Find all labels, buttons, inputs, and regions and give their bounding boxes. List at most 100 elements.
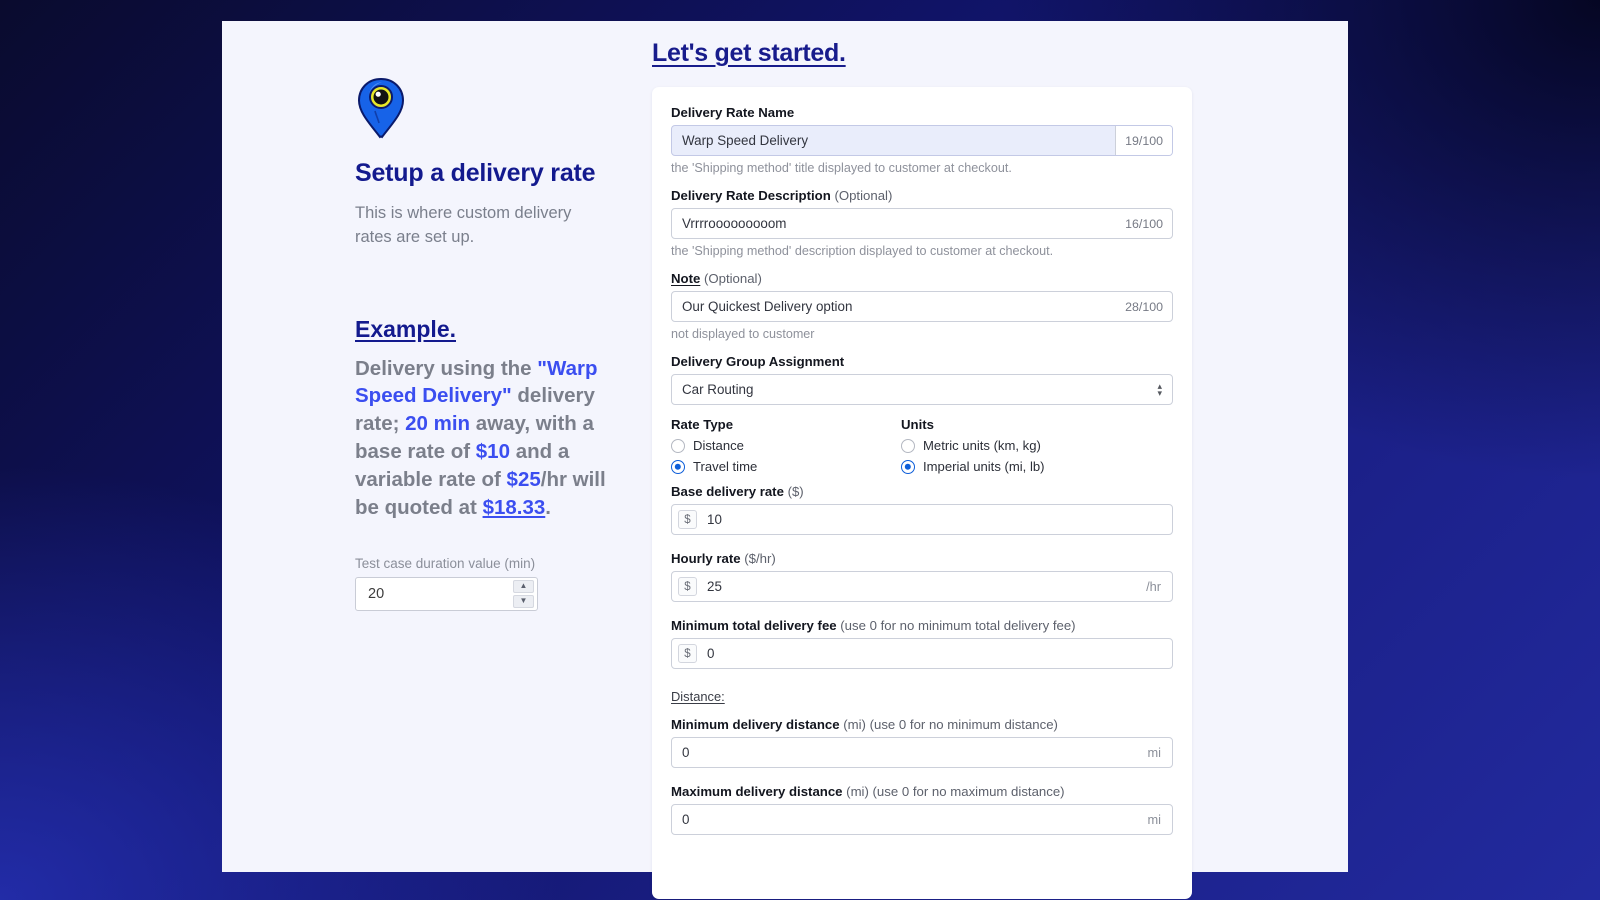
rate-type-group: Rate Type Distance Travel time [671,417,901,480]
currency-prefix-icon-hourly: $ [678,577,697,596]
hourly-rate-input[interactable] [697,572,1136,601]
delivery-rate-description-help: the 'Shipping method' description displa… [671,244,1054,258]
form-heading: Let's get started. [652,39,846,67]
max-distance-input-wrap[interactable]: mi [671,804,1173,835]
units-group: Units Metric units (km, kg) Imperial uni… [901,417,1045,480]
radio-units-imperial[interactable]: Imperial units (mi, lb) [901,459,1045,474]
hourly-rate-input-wrap[interactable]: $ /hr [671,571,1173,602]
radio-icon-distance [671,438,685,453]
min-fee-label: Minimum total delivery fee (use 0 for no… [671,618,1173,633]
stepper-down-icon[interactable]: ▼ [513,594,534,608]
note-input[interactable] [672,292,1117,321]
note-optional: (Optional) [700,271,762,286]
min-fee-input[interactable] [697,639,1172,668]
chevron-down-icon: ▾ [1157,387,1162,398]
example-heading: Example. [355,315,456,342]
delivery-group-select[interactable]: Car Routing ▴ ▾ [671,374,1173,405]
radio-label-metric: Metric units (km, kg) [923,438,1041,453]
max-distance-label-text: Maximum delivery distance [671,784,843,799]
max-distance-label: Maximum delivery distance (mi) (use 0 fo… [671,784,1173,799]
test-case-duration-input[interactable] [356,577,506,610]
select-chevron-updown-icon: ▴ ▾ [1157,381,1172,398]
field-minimum-delivery-distance: Minimum delivery distance (mi) (use 0 fo… [671,717,1173,768]
page-background: Setup a delivery rate This is where cust… [0,0,1600,900]
example-base-rate: $10 [475,440,510,464]
delivery-rate-name-label: Delivery Rate Name [671,105,795,120]
delivery-rate-description-label-text: Delivery Rate Description [671,188,831,203]
min-distance-label: Minimum delivery distance (mi) (use 0 fo… [671,717,1173,732]
page-title: Setup a delivery rate [355,159,596,187]
currency-prefix-icon-base: $ [678,510,697,529]
note-label: Note (Optional) [671,271,1173,286]
base-rate-input[interactable] [697,505,1172,534]
note-input-wrap[interactable]: 28/100 [671,291,1173,322]
radio-rate-type-distance[interactable]: Distance [671,438,901,453]
page-subtitle: This is where custom delivery rates are … [355,204,572,247]
rate-type-label: Rate Type [671,417,734,432]
min-distance-suffix: mi [1147,745,1161,760]
example-text-1: Delivery using the [355,356,538,380]
example-hourly-rate: $25 [506,468,541,491]
field-delivery-rate-name: Delivery Rate Name 19/100 the 'Shipping … [671,105,1173,175]
min-fee-unit: (use 0 for no minimum total delivery fee… [836,618,1076,633]
delivery-rate-name-input[interactable] [672,126,1116,155]
field-hourly-rate: Hourly rate ($/hr) $ /hr [671,551,1173,602]
note-help: not displayed to customer [671,327,815,341]
stepper-up-icon[interactable]: ▲ [513,579,534,593]
hourly-rate-suffix: /hr [1146,579,1161,594]
field-base-delivery-rate: Base delivery rate ($) $ [671,484,1173,535]
form-column: Let's get started. Delivery Rate Name 19… [635,21,1348,899]
min-fee-input-wrap[interactable]: $ [671,638,1173,669]
example-text-6: . [545,495,551,519]
delivery-rate-description-input[interactable] [672,209,1117,238]
distance-section-heading[interactable]: Distance: [671,689,725,704]
delivery-group-label: Delivery Group Assignment [671,354,845,369]
base-rate-unit: ($) [783,484,804,499]
min-distance-input[interactable] [672,738,1137,767]
field-delivery-rate-description: Delivery Rate Description (Optional) 16/… [671,188,1173,258]
app-panel: Setup a delivery rate This is where cust… [222,21,1348,899]
radio-icon-metric [901,438,915,453]
radio-label-distance: Distance [693,438,744,453]
delivery-rate-description-counter: 16/100 [1125,216,1163,231]
min-distance-label-text: Minimum delivery distance [671,717,840,732]
radio-rate-type-travel-time[interactable]: Travel time [671,459,901,474]
field-delivery-group-assignment: Delivery Group Assignment Car Routing ▴ … [671,354,1173,405]
rate-type-units-row: Rate Type Distance Travel time Units Met… [671,417,1173,480]
delivery-rate-name-help: the 'Shipping method' title displayed to… [671,161,1012,175]
units-label: Units [901,417,934,432]
max-distance-suffix: mi [1147,812,1161,827]
delivery-rate-description-input-wrap[interactable]: 16/100 [671,208,1173,239]
map-pin-icon [357,77,405,139]
delivery-rate-form: Delivery Rate Name 19/100 the 'Shipping … [652,87,1192,899]
delivery-rate-description-optional: (Optional) [830,188,893,203]
example-quoted-total: $18.33 [482,495,546,519]
max-distance-unit: (mi) (use 0 for no maximum distance) [842,784,1065,799]
base-rate-input-wrap[interactable]: $ [671,504,1173,535]
hourly-rate-unit: ($/hr) [740,551,776,566]
field-maximum-delivery-distance: Maximum delivery distance (mi) (use 0 fo… [671,784,1173,835]
stepper-buttons: ▲ ▼ [513,579,534,608]
info-sidebar: Setup a delivery rate This is where cust… [222,21,635,872]
delivery-group-selected-value: Car Routing [682,382,754,397]
example-duration: 20 min [405,412,471,436]
radio-icon-imperial [901,459,915,474]
hourly-rate-label-text: Hourly rate [671,551,741,566]
delivery-rate-description-label: Delivery Rate Description (Optional) [671,188,1173,203]
note-label-text: Note [671,271,701,286]
min-distance-input-wrap[interactable]: mi [671,737,1173,768]
test-case-duration-label: Test case duration value (min) [355,555,536,571]
delivery-rate-name-counter: 19/100 [1115,126,1172,155]
max-distance-input[interactable] [672,805,1137,834]
radio-units-metric[interactable]: Metric units (km, kg) [901,438,1045,453]
currency-prefix-icon-min-fee: $ [678,644,697,663]
test-case-duration-stepper[interactable]: ▲ ▼ [355,576,538,611]
min-fee-label-text: Minimum total delivery fee [671,618,837,633]
radio-icon-travel-time [671,459,685,474]
radio-label-travel-time: Travel time [693,459,758,474]
delivery-rate-name-input-wrap[interactable]: 19/100 [671,125,1173,156]
note-counter: 28/100 [1125,299,1163,314]
hourly-rate-label: Hourly rate ($/hr) [671,551,1173,566]
field-note: Note (Optional) 28/100 not displayed to … [671,271,1173,341]
min-distance-unit: (mi) (use 0 for no minimum distance) [839,717,1058,732]
